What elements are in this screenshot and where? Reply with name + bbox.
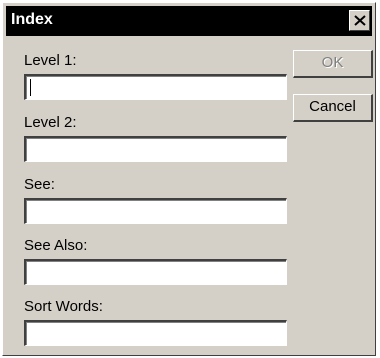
level-1-label: Level 1:: [24, 52, 77, 69]
see-label: See:: [24, 176, 55, 193]
dialog-title: Index: [11, 11, 53, 28]
index-dialog: Index Level 1: Level 2: See: See Also: S…: [2, 2, 376, 356]
close-button[interactable]: [349, 10, 370, 31]
sort-words-label: Sort Words:: [24, 298, 103, 315]
text-caret: [30, 79, 31, 96]
ok-button[interactable]: OK: [293, 50, 373, 78]
title-bar: Index: [6, 6, 372, 36]
see-also-field[interactable]: [24, 259, 287, 285]
level-1-field[interactable]: [24, 74, 287, 100]
close-icon: [354, 15, 366, 26]
cancel-button[interactable]: Cancel: [293, 94, 373, 122]
sort-words-field[interactable]: [24, 320, 287, 346]
see-field[interactable]: [24, 198, 287, 224]
level-2-field[interactable]: [24, 136, 287, 162]
see-also-label: See Also:: [24, 237, 88, 254]
level-2-label: Level 2:: [24, 114, 77, 131]
